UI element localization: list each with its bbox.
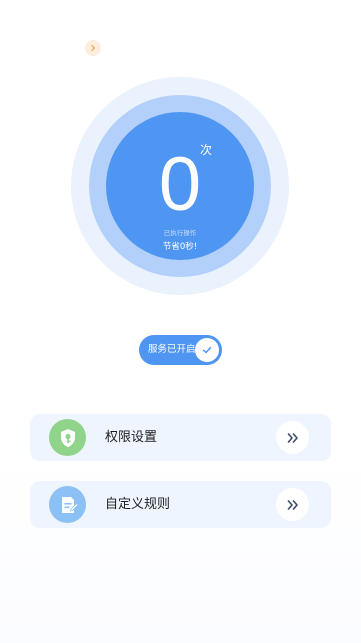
service-status-label: 服务已开启 [148, 344, 196, 355]
permission-settings-label: 权限设置 [105, 430, 158, 445]
count-unit: 次 [200, 143, 213, 157]
check-icon [202, 346, 212, 354]
permission-settings-card[interactable]: 权限设置 [30, 414, 331, 461]
custom-rules-label: 自定义规则 [105, 497, 171, 512]
document-edit-icon [49, 486, 86, 523]
double-chevron-right-icon [287, 432, 298, 443]
top-hint-button[interactable] [85, 40, 101, 56]
service-toggle[interactable]: 服务已开启 [139, 335, 222, 365]
shield-key-icon [49, 419, 86, 456]
time-saved-label: 节省0秒! [162, 242, 198, 252]
operation-count: 0 [158, 142, 202, 227]
chevron-right-icon [91, 44, 96, 52]
double-chevron-right-icon [287, 499, 298, 510]
toggle-knob [195, 338, 219, 362]
custom-rules-arrow[interactable] [276, 488, 309, 521]
executed-label: 已执行操作 [163, 229, 197, 237]
permission-settings-arrow[interactable] [276, 421, 309, 454]
custom-rules-card[interactable]: 自定义规则 [30, 481, 331, 528]
